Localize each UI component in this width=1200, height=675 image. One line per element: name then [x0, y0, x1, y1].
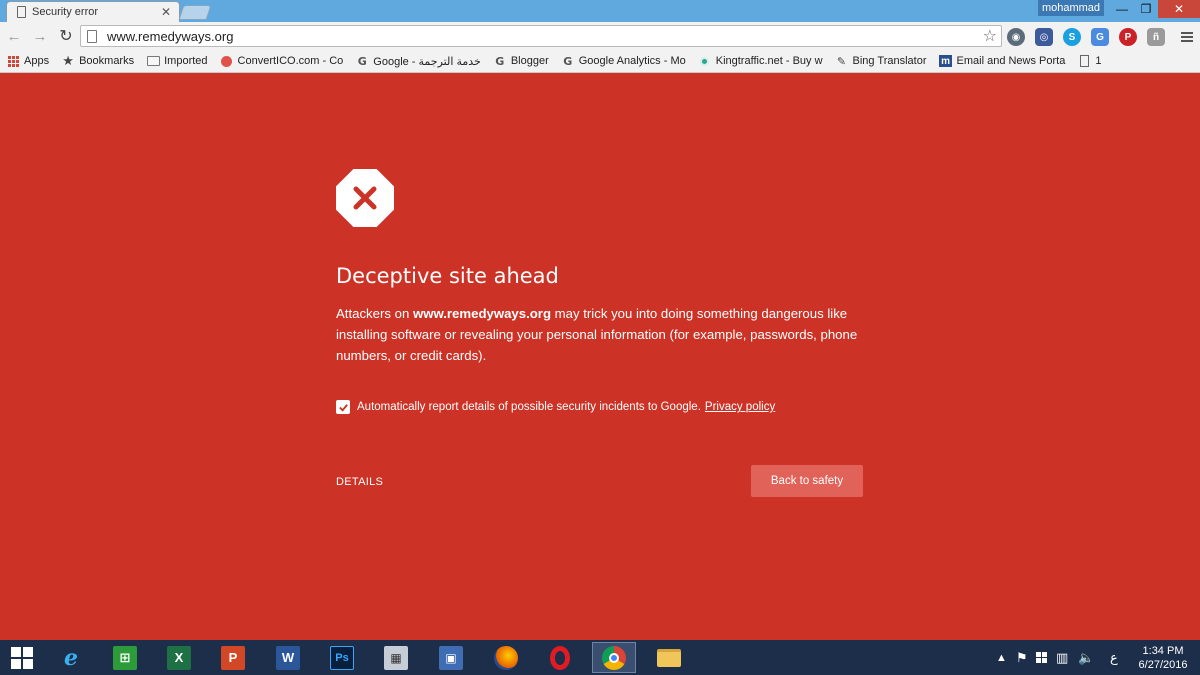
bookmark-convertico[interactable]: ConvertICO.com - Co [220, 54, 343, 68]
google-icon: G [495, 54, 505, 68]
minimize-button[interactable]: — [1110, 0, 1134, 18]
report-label: Automatically report details of possible… [357, 401, 701, 413]
bookmark-bookmarks[interactable]: ★ Bookmarks [61, 53, 134, 68]
network-tray-icon[interactable]: ▥ [1056, 640, 1068, 675]
back-to-safety-button[interactable]: Back to safety [751, 465, 863, 497]
safe-browsing-interstitial: Deceptive site ahead Attackers on www.re… [0, 74, 1200, 640]
bookmark-email-news[interactable]: m Email and News Porta [939, 54, 1065, 68]
browser-toolbar: ← → ↻ www.remedyways.org ☆ ◉ ◎ S G P ñ [0, 22, 1200, 50]
taskbar-firefox[interactable] [484, 642, 528, 673]
page-icon [17, 6, 26, 18]
clock-date: 6/27/2016 [1138, 659, 1188, 671]
hotspot-extension-icon[interactable]: ñ [1147, 28, 1165, 46]
taskbar-chrome[interactable] [592, 642, 636, 673]
m-icon: m [939, 54, 953, 68]
taskbar-ie[interactable]: e [49, 642, 93, 673]
internet-explorer-icon: e [64, 644, 78, 671]
taskbar-store[interactable]: ⊞ [103, 642, 147, 673]
calculator-icon: ▦ [384, 645, 408, 670]
bing-icon: ✎ [836, 55, 847, 68]
taskbar-word[interactable]: W [266, 642, 310, 673]
opera-icon [550, 645, 570, 670]
taskbar-powerpoint[interactable]: P [211, 642, 255, 673]
warning-message: Attackers on www.remedyways.org may tric… [336, 306, 858, 363]
taskbar-network[interactable]: ▣ [429, 642, 473, 673]
taskbar-calculator[interactable]: ▦ [374, 642, 418, 673]
profile-button[interactable]: mohammad [1038, 0, 1104, 16]
page-icon [1077, 54, 1091, 68]
reload-button[interactable]: ↻ [56, 26, 76, 46]
taskbar-file-explorer[interactable] [647, 642, 691, 673]
windows-icon [11, 646, 33, 669]
clock-time: 1:34 PM [1142, 645, 1184, 657]
excel-icon: X [167, 645, 191, 670]
show-hidden-icons[interactable]: ▲ [996, 640, 1007, 675]
chrome-menu-icon[interactable] [1178, 28, 1196, 46]
bookmark-star-icon[interactable]: ☆ [983, 26, 997, 46]
google-icon: G [563, 54, 573, 68]
windows-taskbar: e ⊞ X P W Ps ▦ ▣ ▲ ⚑ ▥ 🔈 ع 1:34 PM 6/27/… [0, 640, 1200, 675]
apps-icon [6, 54, 20, 68]
tab-title: Security error [32, 6, 99, 18]
close-window-button[interactable]: ✕ [1158, 0, 1200, 18]
translate-extension-icon[interactable]: G [1091, 28, 1109, 46]
google-icon: G [357, 54, 367, 68]
language-indicator[interactable]: ع [1110, 640, 1118, 675]
taskbar-opera[interactable] [538, 642, 582, 673]
chrome-icon [602, 645, 626, 670]
folder-icon [146, 54, 160, 68]
danger-icon [336, 169, 394, 227]
site-domain: www.remedyways.org [412, 306, 551, 321]
kingtraffic-icon [698, 54, 712, 68]
url-text[interactable]: www.remedyways.org [107, 29, 983, 44]
address-bar[interactable]: www.remedyways.org ☆ [80, 25, 1002, 47]
star-icon: ★ [62, 53, 74, 68]
powerpoint-icon: P [221, 645, 245, 670]
photoshop-icon: Ps [330, 645, 354, 670]
pinterest-extension-icon[interactable]: P [1119, 28, 1137, 46]
tab-security-error[interactable]: Security error ✕ [6, 1, 180, 22]
report-checkbox[interactable] [336, 400, 350, 414]
bookmark-imported[interactable]: Imported [146, 54, 208, 68]
firefox-icon [494, 645, 518, 670]
start-button[interactable] [0, 642, 44, 673]
taskbar-photoshop[interactable]: Ps [320, 642, 364, 673]
maximize-button[interactable]: ❐ [1134, 0, 1158, 18]
bookmark-blogger[interactable]: G Blogger [493, 54, 548, 68]
network-icon: ▣ [439, 645, 463, 670]
store-icon: ⊞ [113, 645, 137, 670]
taskbar-excel[interactable]: X [157, 642, 201, 673]
forward-button[interactable]: → [30, 26, 50, 46]
privacy-policy-link[interactable]: Privacy policy [705, 401, 775, 413]
word-icon: W [276, 645, 300, 670]
bookmark-bing-translator[interactable]: ✎ Bing Translator [835, 54, 927, 68]
folder-icon [657, 648, 681, 667]
bookmark-kingtraffic[interactable]: Kingtraffic.net - Buy w [698, 54, 823, 68]
flag-icon[interactable]: ⚑ [1016, 640, 1028, 675]
new-tab-button[interactable] [178, 5, 212, 20]
back-button[interactable]: ← [4, 26, 24, 46]
bookmark-google-translate[interactable]: G Google - خدمة الترجمة [355, 54, 481, 68]
skype-extension-icon[interactable]: S [1063, 28, 1081, 46]
page-icon [87, 29, 97, 43]
convertico-icon [220, 54, 234, 68]
details-link[interactable]: DETAILS [336, 476, 383, 488]
bookmark-google-analytics[interactable]: G Google Analytics - Mo [561, 54, 686, 68]
bookmark-apps[interactable]: Apps [6, 54, 49, 68]
owl-extension-icon[interactable]: ◎ [1035, 28, 1053, 46]
page-title: Deceptive site ahead [336, 264, 559, 288]
volume-icon[interactable]: 🔈 [1078, 640, 1094, 675]
title-bar: Security error ✕ mohammad — ❐ ✕ [0, 0, 1200, 22]
eye-extension-icon[interactable]: ◉ [1007, 28, 1025, 46]
clock[interactable]: 1:34 PM 6/27/2016 [1132, 644, 1194, 672]
bookmark-1[interactable]: 1 [1077, 54, 1101, 68]
windows-tray-icon[interactable] [1036, 640, 1047, 675]
tab-close-icon[interactable]: ✕ [161, 5, 171, 19]
bookmarks-bar: Apps ★ Bookmarks Imported ConvertICO.com… [0, 50, 1200, 73]
report-option: Automatically report details of possible… [336, 400, 775, 414]
